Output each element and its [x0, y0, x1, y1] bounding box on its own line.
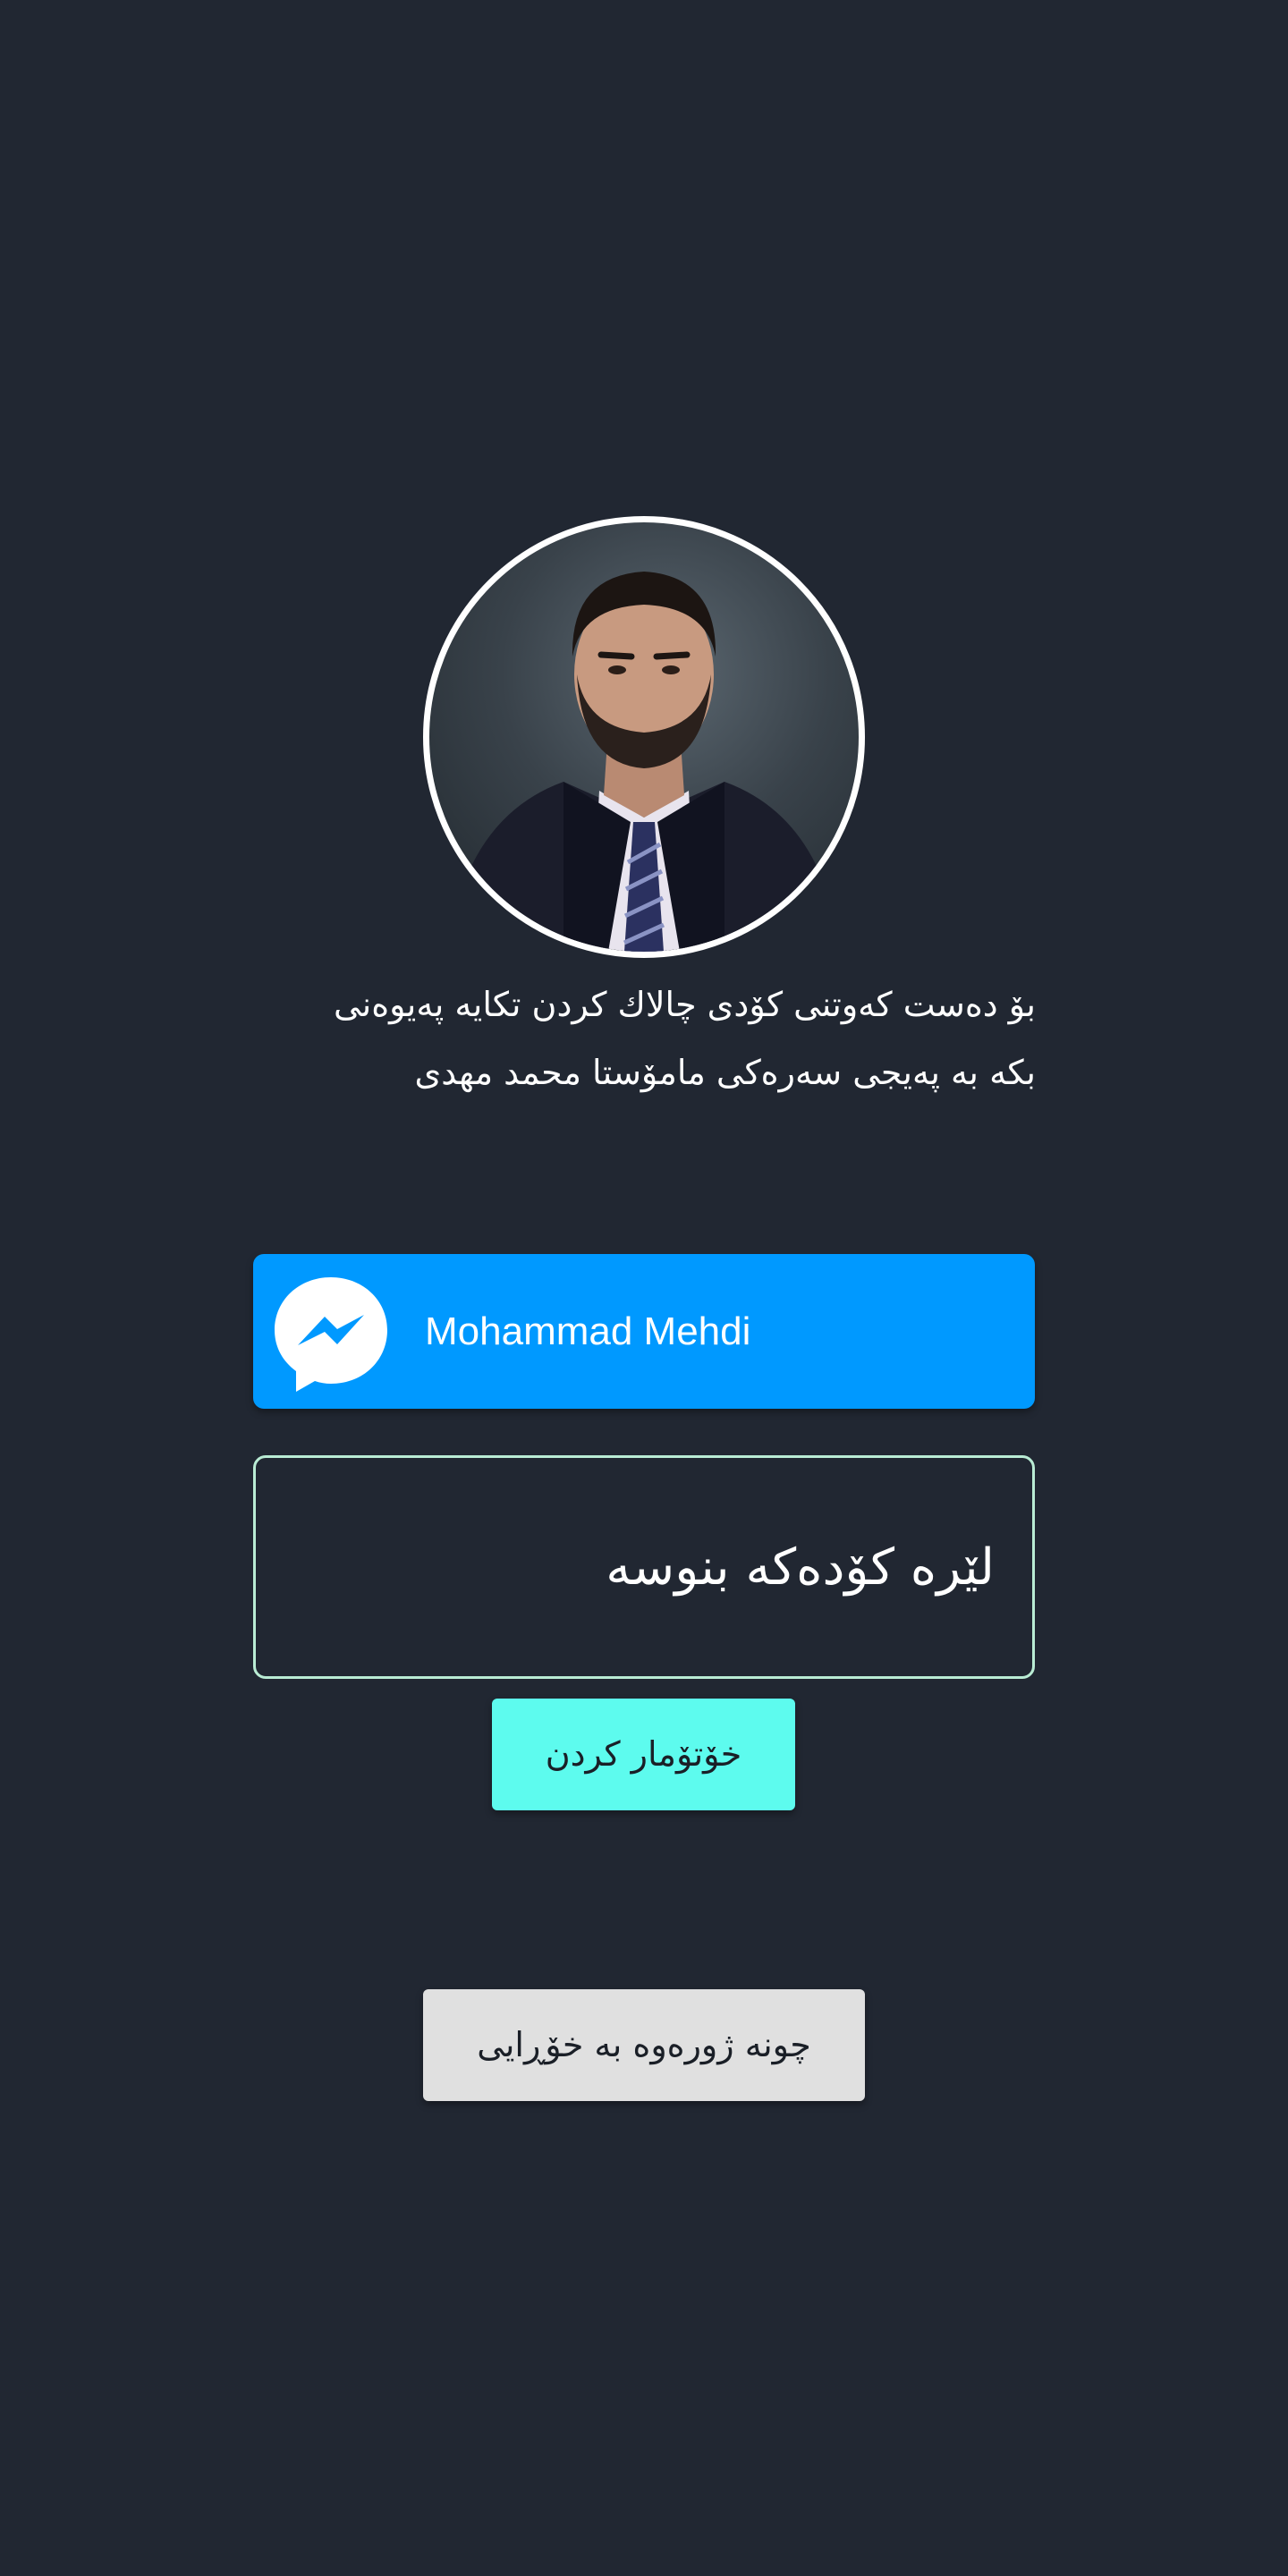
profile-photo: [447, 572, 841, 952]
profile-avatar: [423, 516, 865, 958]
activation-page: بۆ دەست کەوتنی کۆدی چالاك کردن تکایە پەی…: [0, 0, 1288, 2576]
messenger-contact-button[interactable]: Mohammad Mehdi: [253, 1254, 1035, 1409]
activation-instructions: بۆ دەست کەوتنی کۆدی چالاك کردن تکایە پەی…: [333, 985, 1036, 1092]
register-button[interactable]: خۆتۆمار کردن: [492, 1699, 795, 1810]
activation-code-input[interactable]: [253, 1455, 1035, 1679]
free-login-button[interactable]: چونە ژورەوە بە خۆڕایی: [423, 1989, 865, 2101]
messenger-icon: [275, 1277, 387, 1392]
messenger-contact-label: Mohammad Mehdi: [425, 1309, 751, 1353]
